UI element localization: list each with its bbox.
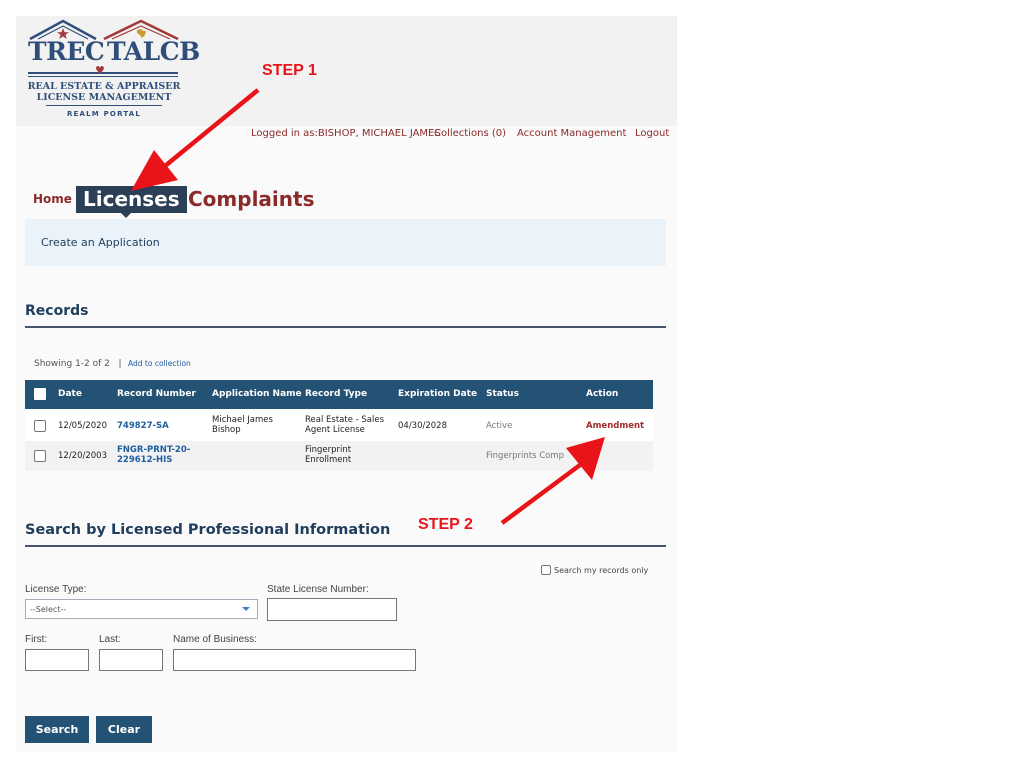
logo-trec-text: TREC xyxy=(28,37,105,66)
cell-expiration-date: 04/30/2028 xyxy=(398,421,447,431)
record-type-line: Enrollment xyxy=(305,455,352,465)
record-number-link[interactable]: FNGR-PRNT-20- 229612-HIS xyxy=(117,445,190,465)
section-divider xyxy=(25,326,666,328)
texas-icon: ♥ xyxy=(95,64,105,77)
logo-portal-name: REALM PORTAL xyxy=(66,110,142,118)
first-name-label: First: xyxy=(25,634,48,645)
record-type-line: Real Estate - Sales xyxy=(305,415,385,425)
cell-record-type: Real Estate - Sales Agent License xyxy=(305,415,384,435)
last-name-input[interactable] xyxy=(99,649,163,671)
search-my-records-checkbox[interactable] xyxy=(541,565,551,575)
add-to-collection-link[interactable]: Add to collection xyxy=(128,359,191,368)
records-heading: Records xyxy=(25,303,89,319)
logo-talcb-text: TALCB xyxy=(107,37,200,66)
account-management-link[interactable]: Account Management xyxy=(517,128,626,139)
column-record-number[interactable]: Record Number xyxy=(117,389,196,399)
column-record-type[interactable]: Record Type xyxy=(305,389,367,399)
section-divider xyxy=(25,545,666,547)
cell-date: 12/05/2020 xyxy=(58,421,107,431)
row-checkbox[interactable] xyxy=(34,450,46,462)
table-row: 12/20/2003 FNGR-PRNT-20- 229612-HIS Fing… xyxy=(25,441,653,471)
amendment-link[interactable]: Amendment xyxy=(586,421,644,431)
clear-button[interactable]: Clear xyxy=(96,716,152,743)
account-bar: Logged in as:BISHOP, MICHAEL JAMES Colle… xyxy=(16,128,677,146)
portal-page: TREC TALCB ♥ REAL ESTATE & APPRAISER LIC… xyxy=(16,16,677,752)
record-number-line: FNGR-PRNT-20- xyxy=(117,445,191,455)
business-name-label: Name of Business: xyxy=(173,634,257,645)
tab-complaints[interactable]: Complaints xyxy=(188,186,314,213)
select-all-checkbox[interactable] xyxy=(34,388,46,400)
record-type-line: Agent License xyxy=(305,425,365,435)
state-license-input[interactable] xyxy=(267,598,397,621)
trec-talcb-logo[interactable]: TREC TALCB ♥ REAL ESTATE & APPRAISER LIC… xyxy=(26,17,200,121)
column-action: Action xyxy=(586,389,619,399)
row-checkbox[interactable] xyxy=(34,420,46,432)
step2-annotation: STEP 2 xyxy=(418,516,473,533)
search-button[interactable]: Search xyxy=(25,716,89,743)
records-count: Showing 1-2 of 2 | xyxy=(34,359,122,369)
search-heading: Search by Licensed Professional Informat… xyxy=(25,522,391,538)
subnav-panel: Create an Application xyxy=(25,219,666,266)
last-name-label: Last: xyxy=(99,634,121,645)
column-expiration-date[interactable]: Expiration Date xyxy=(398,389,477,399)
table-header: Date Record Number Application Name Reco… xyxy=(25,380,653,409)
column-date[interactable]: Date xyxy=(58,389,82,399)
logo-subtitle-line1: REAL ESTATE & APPRAISER xyxy=(27,81,181,92)
search-my-records-label: Search my records only xyxy=(554,566,649,575)
logged-in-user: Logged in as:BISHOP, MICHAEL JAMES xyxy=(251,128,441,139)
active-tab-pointer xyxy=(121,213,131,218)
cell-record-type: Fingerprint Enrollment xyxy=(305,445,351,465)
state-license-label: State License Number: xyxy=(267,584,369,595)
record-number-line: 229612-HIS xyxy=(117,455,173,465)
cell-application-name: Michael James Bishop xyxy=(212,415,273,435)
logo-rule xyxy=(46,105,162,106)
license-type-value: --Select-- xyxy=(30,605,67,614)
records-count-text: Showing 1-2 of 2 xyxy=(34,359,110,369)
record-type-line: Fingerprint xyxy=(305,445,352,455)
first-name-input[interactable] xyxy=(25,649,89,671)
main-nav: Home Licenses Complaints xyxy=(16,182,677,222)
record-number-link[interactable]: 749827-SA xyxy=(117,421,169,431)
application-name-line: Michael James xyxy=(212,415,273,425)
cell-date: 12/20/2003 xyxy=(58,451,107,461)
cell-status: Active xyxy=(486,421,513,431)
chevron-down-icon xyxy=(242,607,250,611)
application-name-line: Bishop xyxy=(212,425,241,435)
step1-annotation: STEP 1 xyxy=(262,62,317,79)
collections-link[interactable]: Collections (0) xyxy=(434,128,506,139)
tab-home[interactable]: Home xyxy=(33,192,72,206)
tab-licenses[interactable]: Licenses xyxy=(76,186,187,213)
create-application-link[interactable]: Create an Application xyxy=(41,236,160,249)
table-row: 12/05/2020 749827-SA Michael James Bisho… xyxy=(25,411,653,441)
business-name-input[interactable] xyxy=(173,649,416,671)
logout-link[interactable]: Logout xyxy=(635,128,669,139)
license-type-select[interactable]: --Select-- xyxy=(25,599,258,619)
column-application-name[interactable]: Application Name xyxy=(212,389,302,399)
search-my-records-option[interactable]: Search my records only xyxy=(541,565,648,575)
site-header: TREC TALCB ♥ REAL ESTATE & APPRAISER LIC… xyxy=(16,16,677,126)
logo-subtitle-line2: LICENSE MANAGEMENT xyxy=(36,92,172,103)
license-type-label: License Type: xyxy=(25,584,87,595)
column-status[interactable]: Status xyxy=(486,389,519,399)
cell-status: Fingerprints Comp xyxy=(486,451,565,461)
